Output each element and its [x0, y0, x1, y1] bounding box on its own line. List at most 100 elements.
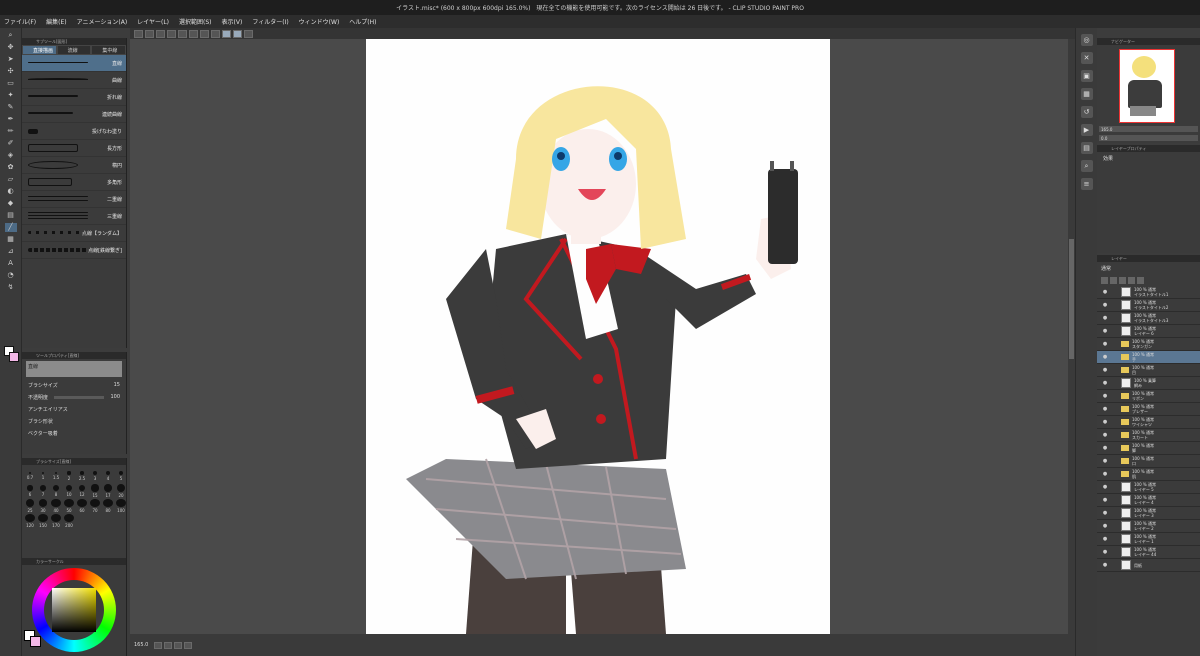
brush-tool-icon[interactable]: ✐ — [5, 139, 17, 148]
move-layer-icon[interactable]: ✣ — [5, 67, 17, 76]
visibility-icon[interactable]: ● — [1101, 367, 1109, 373]
menu-edit[interactable]: 編集(E) — [46, 17, 66, 26]
visibility-icon[interactable]: ● — [1101, 302, 1109, 308]
subtool-item-polygon[interactable]: 多角形 — [22, 174, 126, 191]
subtool-item-ellipse[interactable]: 楕円 — [22, 157, 126, 174]
visibility-icon[interactable]: ● — [1101, 458, 1109, 464]
antialias-row[interactable]: アンチエイリアス — [22, 403, 126, 415]
layer-property-icon[interactable]: ▦ — [1080, 88, 1093, 100]
brush-size-cell[interactable]: 15 — [89, 484, 101, 498]
move-tool-icon[interactable]: ✥ — [5, 43, 17, 52]
brush-size-cell[interactable]: 80 — [102, 499, 114, 513]
layer-row[interactable]: ● 100 % 通常 スカート — [1097, 429, 1200, 442]
clear-icon[interactable] — [189, 29, 198, 38]
brush-size-cell[interactable]: 50 — [63, 499, 75, 513]
menu-file[interactable]: ファイル(F) — [4, 17, 36, 26]
figure-tool-icon[interactable]: ╱ — [4, 223, 17, 232]
layer-row[interactable]: ● 100 % 通常 レイヤー 3 — [1097, 507, 1200, 520]
menu-filter[interactable]: フィルター(I) — [252, 17, 288, 26]
brush-size-cell[interactable]: 60 — [76, 499, 88, 513]
selection-tool-icon[interactable]: ▭ — [5, 79, 17, 88]
visibility-icon[interactable]: ● — [1101, 289, 1109, 295]
gradient-icon[interactable]: ▤ — [5, 211, 17, 220]
layer-row[interactable]: ● 100 % 通常 レイヤー 5 — [1097, 481, 1200, 494]
visibility-icon[interactable]: ● — [1101, 445, 1109, 451]
layer-row[interactable]: ● 100 % 通常脚 — [1097, 442, 1200, 455]
layer-row[interactable]: ● 100 % 通常 レイヤー 1 — [1097, 533, 1200, 546]
auto-action-icon[interactable]: ▶ — [1080, 124, 1093, 136]
frame-tool-icon[interactable]: ▦ — [5, 235, 17, 244]
brush-size-cell[interactable]: 8 — [50, 484, 62, 498]
menu-view[interactable]: 表示(V) — [222, 17, 243, 26]
menu-animation[interactable]: アニメーション(A) — [77, 17, 128, 26]
brush-size-cell[interactable]: 40 — [50, 499, 62, 513]
menu-selection[interactable]: 選択範囲(S) — [179, 17, 212, 26]
operation-tool-icon[interactable]: ➤ — [5, 55, 17, 64]
new-icon[interactable] — [134, 29, 143, 38]
visibility-icon[interactable]: ● — [1101, 419, 1109, 425]
brush-size-cell[interactable]: 2.5 — [76, 469, 88, 483]
layer-row[interactable]: ● 用紙 — [1097, 559, 1200, 572]
layer-row[interactable]: ● 100 % 通常 リボン — [1097, 390, 1200, 403]
eraser-icon[interactable]: ▱ — [5, 175, 17, 184]
layer-row[interactable]: ● 100 % 通常 ワイシャツ — [1097, 416, 1200, 429]
subtool-item-straight-line[interactable]: 直線 — [22, 55, 126, 72]
canvas-zoom-value[interactable]: 165.0 — [134, 642, 148, 648]
layer-row[interactable]: ● 100 % 通常 イラストタイトル2 — [1097, 299, 1200, 312]
pen-tool-icon[interactable]: ✒ — [5, 115, 17, 124]
history-icon[interactable]: ↺ — [1080, 106, 1093, 118]
decoration-icon[interactable]: ✿ — [5, 163, 17, 172]
brush-size-cell[interactable]: 25 — [24, 499, 36, 513]
visibility-icon[interactable]: ● — [1101, 341, 1109, 347]
navigator-icon[interactable]: ◎ — [1080, 34, 1093, 46]
menu-layer[interactable]: レイヤー(L) — [137, 17, 169, 26]
brush-size-cell[interactable]: 2 — [63, 469, 75, 483]
open-icon[interactable] — [145, 29, 154, 38]
brush-size-cell[interactable]: 150 — [37, 514, 49, 528]
subtool-item-dotted-chain[interactable]: 点線[鉄線繋ぎ] — [22, 242, 126, 259]
layer-row[interactable]: ● 100 % 通常目 — [1097, 364, 1200, 377]
layer-icon[interactable]: ≡ — [1080, 178, 1093, 190]
layer-row[interactable]: ● 100 % 通常 イラストタイトル1 — [1097, 286, 1200, 299]
brush-size-cell[interactable]: 12 — [76, 484, 88, 498]
visibility-icon[interactable]: ● — [1101, 406, 1109, 412]
menu-window[interactable]: ウィンドウ(W) — [299, 17, 340, 26]
subtool-item-lasso-fill[interactable]: 投げなわ塗り — [22, 123, 126, 140]
tab-direct-draw[interactable]: 直接描画 — [22, 45, 57, 55]
brush-size-cell[interactable]: 70 — [89, 499, 101, 513]
brush-size-cell[interactable]: 100 — [115, 499, 127, 513]
visibility-icon[interactable]: ● — [1101, 380, 1109, 386]
opacity-slider[interactable] — [54, 395, 105, 399]
brush-size-cell[interactable]: 170 — [50, 514, 62, 528]
drawing-canvas[interactable] — [366, 39, 830, 634]
opacity-row[interactable]: 不透明度 100 — [22, 391, 126, 403]
fit-icon[interactable] — [174, 641, 183, 649]
visibility-icon[interactable]: ● — [1101, 484, 1109, 490]
visibility-icon[interactable]: ● — [1101, 471, 1109, 477]
tab-stream-line[interactable]: 流線 — [56, 45, 92, 55]
navigator-rotate-slider[interactable]: 0.0 — [1099, 135, 1198, 141]
subtool-item-continuous-curve[interactable]: 連続曲線 — [22, 106, 126, 123]
snap-ruler-icon[interactable] — [222, 29, 231, 38]
brush-size-row[interactable]: ブラシサイズ 15 — [22, 379, 126, 391]
text-tool-icon[interactable]: A — [5, 259, 17, 268]
layer-row[interactable]: ● 100 % 通常肌 — [1097, 468, 1200, 481]
visibility-icon[interactable]: ● — [1101, 432, 1109, 438]
brush-size-cell[interactable]: 30 — [37, 499, 49, 513]
brush-size-cell[interactable]: 4 — [102, 469, 114, 483]
rotate-icon[interactable] — [184, 641, 193, 649]
navigator-thumbnail[interactable] — [1119, 49, 1175, 123]
subtool-item-rectangle[interactable]: 長方形 — [22, 140, 126, 157]
sub-view-icon[interactable]: ✕ — [1080, 52, 1093, 64]
airbrush-icon[interactable]: ◈ — [5, 151, 17, 160]
brush-size-cell[interactable]: 1.5 — [50, 469, 62, 483]
tab-focus-line[interactable]: 集中線 — [91, 45, 127, 55]
menu-help[interactable]: ヘルプ(H) — [349, 17, 376, 26]
brush-size-cell[interactable]: 20 — [115, 484, 127, 498]
clip-studio-icon[interactable] — [244, 29, 253, 38]
layer-row[interactable]: ● 100 % 通常 レイヤー 44 — [1097, 546, 1200, 559]
subtool-item-polyline[interactable]: 折れ線 — [22, 89, 126, 106]
transform-icon[interactable] — [200, 29, 209, 38]
search-layer-icon[interactable]: ⌕ — [1080, 160, 1093, 172]
brush-size-cell[interactable]: 120 — [24, 514, 36, 528]
